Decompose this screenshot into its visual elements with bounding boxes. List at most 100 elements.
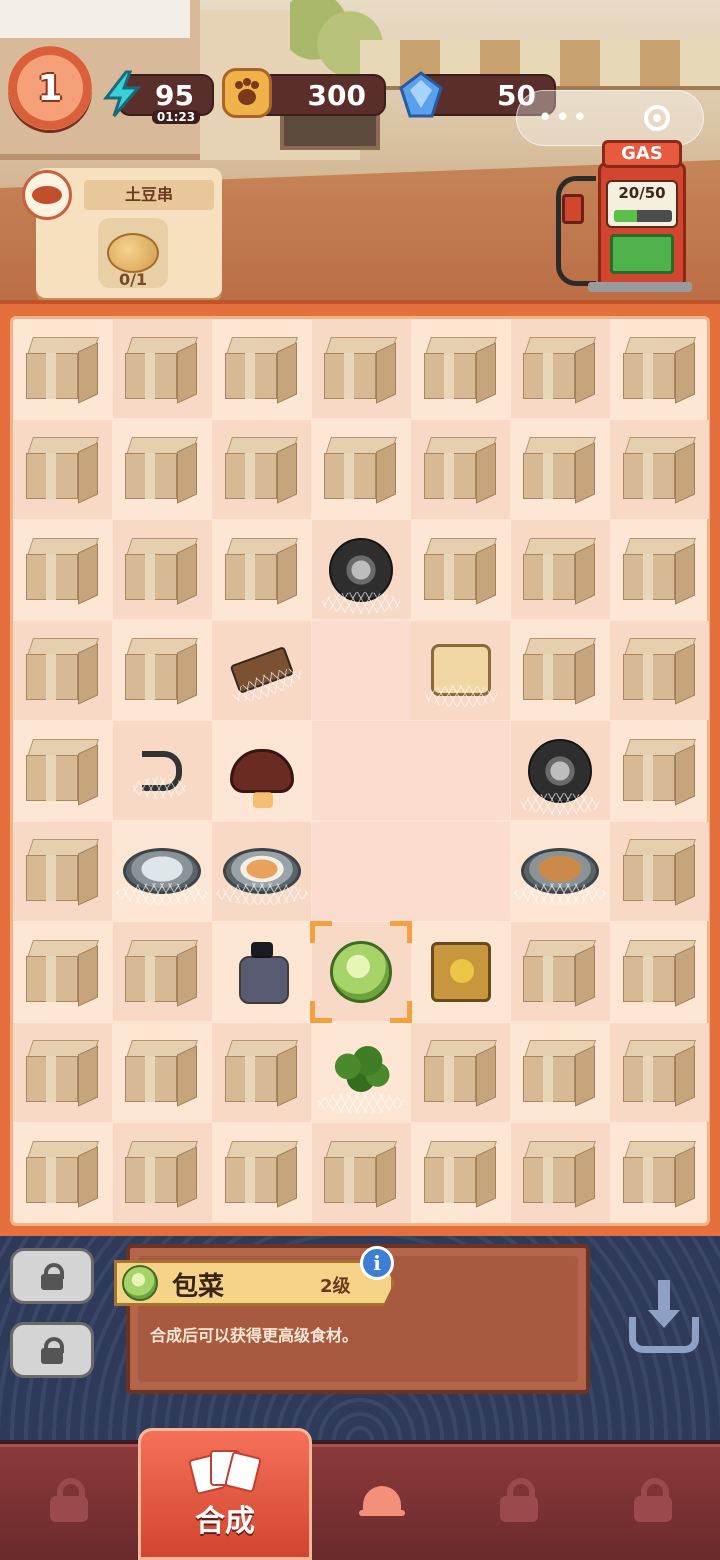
board-cell[interactable] — [13, 922, 112, 1021]
board-cell[interactable] — [311, 721, 411, 820]
board-cell[interactable] — [212, 1022, 311, 1122]
lock-icon — [41, 1263, 64, 1290]
board-grid — [10, 316, 710, 1226]
board-cell[interactable] — [610, 922, 709, 1021]
info-icon[interactable]: i — [360, 1246, 394, 1280]
more-menu-icon[interactable]: ••• — [517, 103, 610, 133]
locked-slot-button[interactable] — [10, 1248, 94, 1304]
board-cell[interactable] — [510, 520, 610, 619]
nav-tab-kitchen[interactable] — [312, 1440, 452, 1560]
board-cell[interactable] — [13, 1022, 112, 1122]
board-cell[interactable] — [212, 319, 311, 418]
board-cell[interactable] — [511, 822, 610, 921]
board-cell[interactable] — [411, 620, 510, 720]
board-cell[interactable] — [610, 520, 709, 619]
board-cell[interactable] — [311, 319, 411, 418]
board-cell[interactable] — [411, 1022, 510, 1122]
board-cell[interactable] — [212, 1123, 311, 1222]
cardboard-box-icon — [125, 537, 199, 605]
board-cell[interactable] — [13, 620, 112, 720]
nav-tab-locked-2[interactable] — [452, 1440, 586, 1560]
gas-pump[interactable]: GAS 20/50 — [588, 140, 692, 292]
paw-icon — [222, 68, 272, 118]
tires-icon — [520, 738, 600, 815]
paper-bag-icon — [430, 941, 491, 1002]
board-cell[interactable] — [411, 721, 510, 820]
nav-tab-merge[interactable]: 合成 — [138, 1428, 312, 1560]
board-cell[interactable] — [312, 420, 411, 519]
board-cell[interactable] — [510, 1123, 610, 1222]
board-cell[interactable] — [112, 1123, 212, 1222]
cardboard-box-icon — [25, 1140, 100, 1208]
board-cell[interactable] — [112, 520, 212, 619]
pump-base — [588, 282, 692, 292]
store-item-button[interactable] — [622, 1280, 706, 1360]
selection-frame — [310, 920, 412, 1023]
board-cell[interactable] — [112, 721, 212, 820]
cardboard-box-icon — [423, 336, 498, 404]
close-target-icon[interactable] — [610, 105, 703, 131]
broccoli-icon — [318, 1044, 404, 1114]
board-cell[interactable] — [13, 419, 112, 519]
nav-tab-label: 合成 — [195, 1504, 255, 1539]
board-cell[interactable] — [311, 620, 411, 720]
board-cell[interactable] — [311, 821, 411, 921]
board-cell[interactable] — [411, 1123, 510, 1222]
cabbage-icon — [122, 1265, 158, 1301]
board-cell[interactable] — [510, 721, 610, 820]
cardboard-box-icon — [423, 537, 498, 605]
board-cell[interactable] — [411, 319, 510, 418]
pump-nozzle — [562, 194, 584, 224]
board-cell[interactable] — [13, 721, 112, 820]
board-cell[interactable] — [610, 821, 709, 921]
board-cell[interactable] — [13, 520, 112, 619]
board-cell[interactable] — [610, 1123, 709, 1222]
board-cell[interactable] — [511, 621, 610, 720]
board-cell[interactable] — [13, 821, 112, 921]
cardboard-box-icon — [423, 1140, 498, 1208]
board-cell[interactable] — [13, 1123, 112, 1222]
board-cell[interactable] — [610, 620, 709, 720]
board-cell[interactable] — [112, 319, 212, 418]
cardboard-box-icon — [523, 939, 597, 1007]
board-cell[interactable] — [411, 821, 510, 921]
board-cell[interactable] — [312, 1023, 411, 1122]
board-cell[interactable] — [311, 1123, 411, 1222]
nav-tab-locked-3[interactable] — [586, 1440, 720, 1560]
board-cell[interactable] — [113, 621, 212, 720]
level-badge[interactable]: 1 — [8, 46, 92, 130]
board-cell[interactable] — [511, 420, 610, 519]
locked-slot-button[interactable] — [10, 1322, 94, 1378]
board-cell[interactable] — [113, 420, 212, 519]
shop-sign — [0, 0, 190, 38]
cardboard-box-icon — [224, 1040, 299, 1107]
board-cell[interactable] — [13, 319, 112, 418]
board-cell[interactable] — [510, 319, 610, 418]
board-cell[interactable] — [113, 1023, 212, 1122]
board-cell[interactable] — [310, 920, 412, 1023]
board-cell[interactable] — [411, 419, 510, 519]
board-cell[interactable] — [610, 721, 709, 820]
cardboard-box-icon — [324, 336, 398, 404]
board-cell[interactable] — [411, 520, 510, 619]
nav-tab-locked-1[interactable] — [0, 1440, 138, 1560]
board-cell[interactable] — [212, 520, 311, 619]
board-cell[interactable] — [212, 419, 311, 519]
board-cell[interactable] — [212, 620, 311, 720]
clamp-icon — [229, 645, 294, 695]
board-cell[interactable] — [411, 922, 510, 1021]
board-cell[interactable] — [511, 1023, 610, 1122]
board-cell[interactable] — [610, 319, 709, 418]
board-cell[interactable] — [311, 520, 411, 619]
board-cell[interactable] — [510, 922, 610, 1021]
cardboard-box-icon — [523, 537, 597, 605]
board-cell[interactable] — [212, 821, 311, 921]
board-cell[interactable] — [610, 1022, 709, 1122]
board-cell[interactable] — [112, 922, 212, 1021]
item-name: 包菜 — [172, 1272, 225, 1302]
board-cell[interactable] — [212, 922, 311, 1021]
board-cell[interactable] — [113, 822, 212, 921]
board-cell[interactable] — [212, 721, 311, 820]
board-cell[interactable] — [610, 419, 709, 519]
cardboard-box-icon — [125, 638, 199, 705]
